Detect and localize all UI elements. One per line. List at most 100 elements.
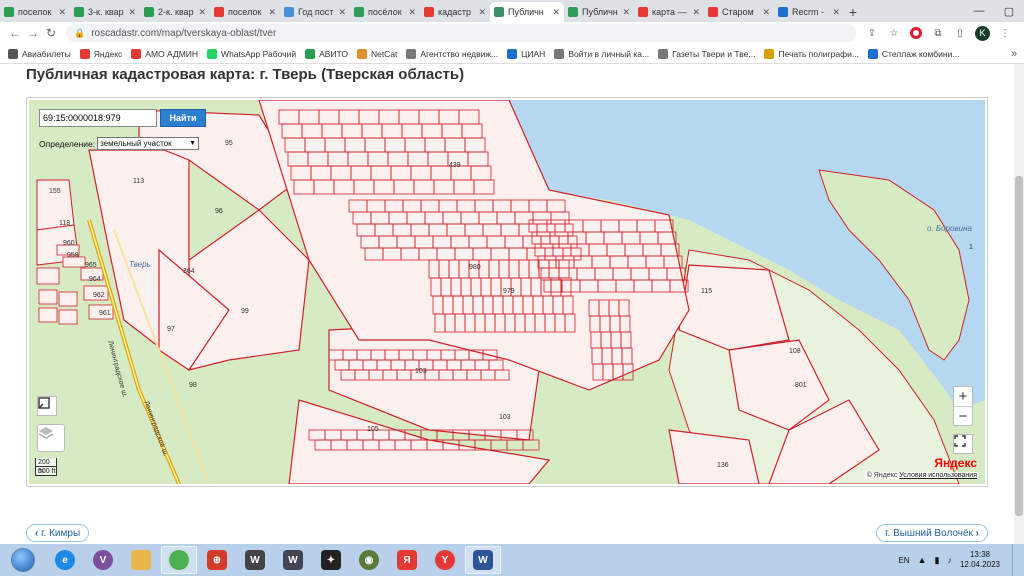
cadastral-number-input[interactable] [39, 109, 157, 127]
tab-close-icon[interactable]: ✕ [268, 7, 276, 18]
prev-city-button[interactable]: ‹ г. Кимры [26, 524, 90, 542]
tab[interactable]: Публичн ✕ [564, 2, 634, 22]
taskbar-app-gamecenter[interactable]: ◉ [351, 546, 387, 574]
bookmark-favicon-icon [305, 48, 316, 59]
tab[interactable]: Год пост ✕ [280, 2, 350, 22]
tab-close-icon[interactable]: ✕ [58, 7, 66, 18]
taskbar-app-folder[interactable] [123, 546, 159, 574]
clock[interactable]: 13:38 12.04.2023 [960, 550, 1000, 570]
opera-extension-icon[interactable] [909, 26, 923, 40]
scale-meters: 200 m [35, 458, 57, 475]
tab[interactable]: поселок ✕ [210, 2, 280, 22]
bookmark-item[interactable]: WhatsApp Рабочий [207, 48, 296, 59]
profile-avatar[interactable]: K [975, 25, 990, 41]
new-tab-button[interactable]: + [844, 2, 862, 22]
tab-close-icon[interactable]: ✕ [622, 7, 630, 18]
bookmark-favicon-icon [658, 48, 669, 59]
tab[interactable]: кадастр ✕ [420, 2, 490, 22]
tray-arrow-icon[interactable]: ▲ [918, 555, 927, 565]
page-scrollbar[interactable] [1014, 64, 1024, 544]
scrollbar-thumb[interactable] [1015, 176, 1023, 516]
tab[interactable]: Recrm - ✕ [774, 2, 844, 22]
tab-favicon-icon [778, 7, 788, 17]
taskbar-app-word[interactable]: W [465, 546, 501, 574]
bookmark-item[interactable]: Печать полиграфи... [764, 48, 859, 59]
tab[interactable]: Старом ✕ [704, 2, 774, 22]
tab[interactable]: поселок ✕ [0, 2, 70, 22]
tab-active[interactable]: Публичн ✕ [490, 2, 564, 22]
taskbar-app-chrome[interactable] [161, 546, 197, 574]
minimize-icon[interactable]: — [964, 0, 994, 22]
share-icon[interactable]: ⇪ [865, 26, 879, 40]
yandex-logo[interactable]: Яндекс [934, 456, 977, 470]
definition-row: Определение: земельный участок ▼ [39, 137, 200, 150]
network-icon[interactable]: ▮ [935, 555, 940, 566]
bookmark-item[interactable]: Агентство недвиж... [406, 48, 498, 59]
taskbar-app-yandex[interactable]: Я [389, 546, 425, 574]
bookmark-item[interactable]: АВИТО [305, 48, 348, 59]
fullscreen-icon[interactable] [953, 434, 973, 454]
tab-close-icon[interactable]: ✕ [832, 7, 840, 18]
forward-icon[interactable]: → [24, 26, 42, 40]
taskbar-app-app[interactable]: ⊕ [199, 546, 235, 574]
bookmark-favicon-icon [79, 48, 90, 59]
clock-date: 12.04.2023 [959, 560, 1000, 569]
ruler-icon[interactable] [37, 396, 57, 416]
back-icon[interactable]: ← [6, 26, 24, 40]
bookmark-item[interactable]: NetCat [356, 48, 397, 59]
tab-title: 3-к. квар [88, 7, 124, 17]
tab-close-icon[interactable]: ✕ [198, 7, 206, 18]
taskbar-app-wows[interactable]: W [275, 546, 311, 574]
cadastral-map[interactable]: 95 113 155 118 96 364 960 958 965 964 96… [29, 100, 985, 484]
bookmark-item[interactable]: Яндекс [79, 48, 122, 59]
maximize-icon[interactable]: ▢ [994, 0, 1024, 22]
zoom-out-icon[interactable]: − [954, 407, 972, 426]
land-lot [506, 439, 524, 451]
tab-close-icon[interactable]: ✕ [338, 7, 346, 18]
bookmark-star-icon[interactable]: ☆ [887, 26, 901, 40]
reload-icon[interactable]: ↻ [42, 26, 60, 40]
volume-icon[interactable]: ♪ [947, 555, 952, 565]
language-indicator[interactable]: EN [898, 556, 909, 565]
bookmark-item[interactable]: Войти в личный ка... [554, 48, 649, 59]
start-button[interactable] [0, 544, 46, 576]
tab[interactable]: посёлок ✕ [350, 2, 420, 22]
taskbar-app-game[interactable]: ✦ [313, 546, 349, 574]
tab[interactable]: карта — ✕ [634, 2, 704, 22]
tab[interactable]: 3-к. квар ✕ [70, 2, 140, 22]
bookmark-label: Газеты Твери и Тве... [672, 48, 756, 59]
taskbar-app-viber[interactable]: V [85, 546, 121, 574]
tab-close-icon[interactable]: ✕ [408, 7, 416, 18]
lock-icon[interactable]: 🔒 [74, 28, 85, 39]
bookmark-item[interactable]: Стеллаж комбини... [867, 48, 959, 59]
scale-feet: 500 ft [35, 467, 57, 476]
extensions-icon[interactable]: ⧉ [931, 26, 945, 40]
bookmark-item[interactable]: АМО АДМИН [131, 48, 198, 59]
tab-close-icon[interactable]: ✕ [762, 7, 770, 18]
address-bar[interactable]: 🔒 roscadastr.com/map/tverskaya-oblast/tv… [66, 24, 856, 42]
taskbar-app-ie[interactable]: e [47, 546, 83, 574]
bookmark-item[interactable]: Авиабилеты [8, 48, 71, 59]
tab-close-icon[interactable]: ✕ [692, 7, 700, 18]
bookmarks-more-icon[interactable]: » [1004, 48, 1024, 60]
show-desktop-button[interactable] [1012, 544, 1020, 576]
bookmark-item[interactable]: Газеты Твери и Тве... [658, 48, 756, 59]
layers-icon[interactable] [37, 424, 65, 452]
taskbar-app-yabrowser[interactable]: Y [427, 546, 463, 574]
tab-close-icon[interactable]: ✕ [552, 7, 560, 18]
tab-close-icon[interactable]: ✕ [128, 7, 136, 18]
map-frame: 95 113 155 118 96 364 960 958 965 964 96… [26, 97, 988, 487]
bookmark-item[interactable]: ЦИАН [507, 48, 545, 59]
taskbar-app-wot[interactable]: W [237, 546, 273, 574]
tab-favicon-icon [284, 7, 294, 17]
definition-select[interactable]: земельный участок ▼ [97, 137, 200, 150]
tab-close-icon[interactable]: ✕ [478, 7, 486, 18]
tab[interactable]: 2-к. квар ✕ [140, 2, 210, 22]
sidepanel-icon[interactable]: ▯ [953, 26, 967, 40]
terms-link[interactable]: Условия использования [899, 472, 977, 479]
menu-icon[interactable]: ⋮ [998, 26, 1012, 40]
find-button[interactable]: Найти [160, 109, 206, 127]
zoom-in-icon[interactable]: + [954, 387, 972, 406]
tab-title: поселок [18, 7, 52, 17]
next-city-button[interactable]: г. Вышний Волочёк › [876, 524, 988, 542]
